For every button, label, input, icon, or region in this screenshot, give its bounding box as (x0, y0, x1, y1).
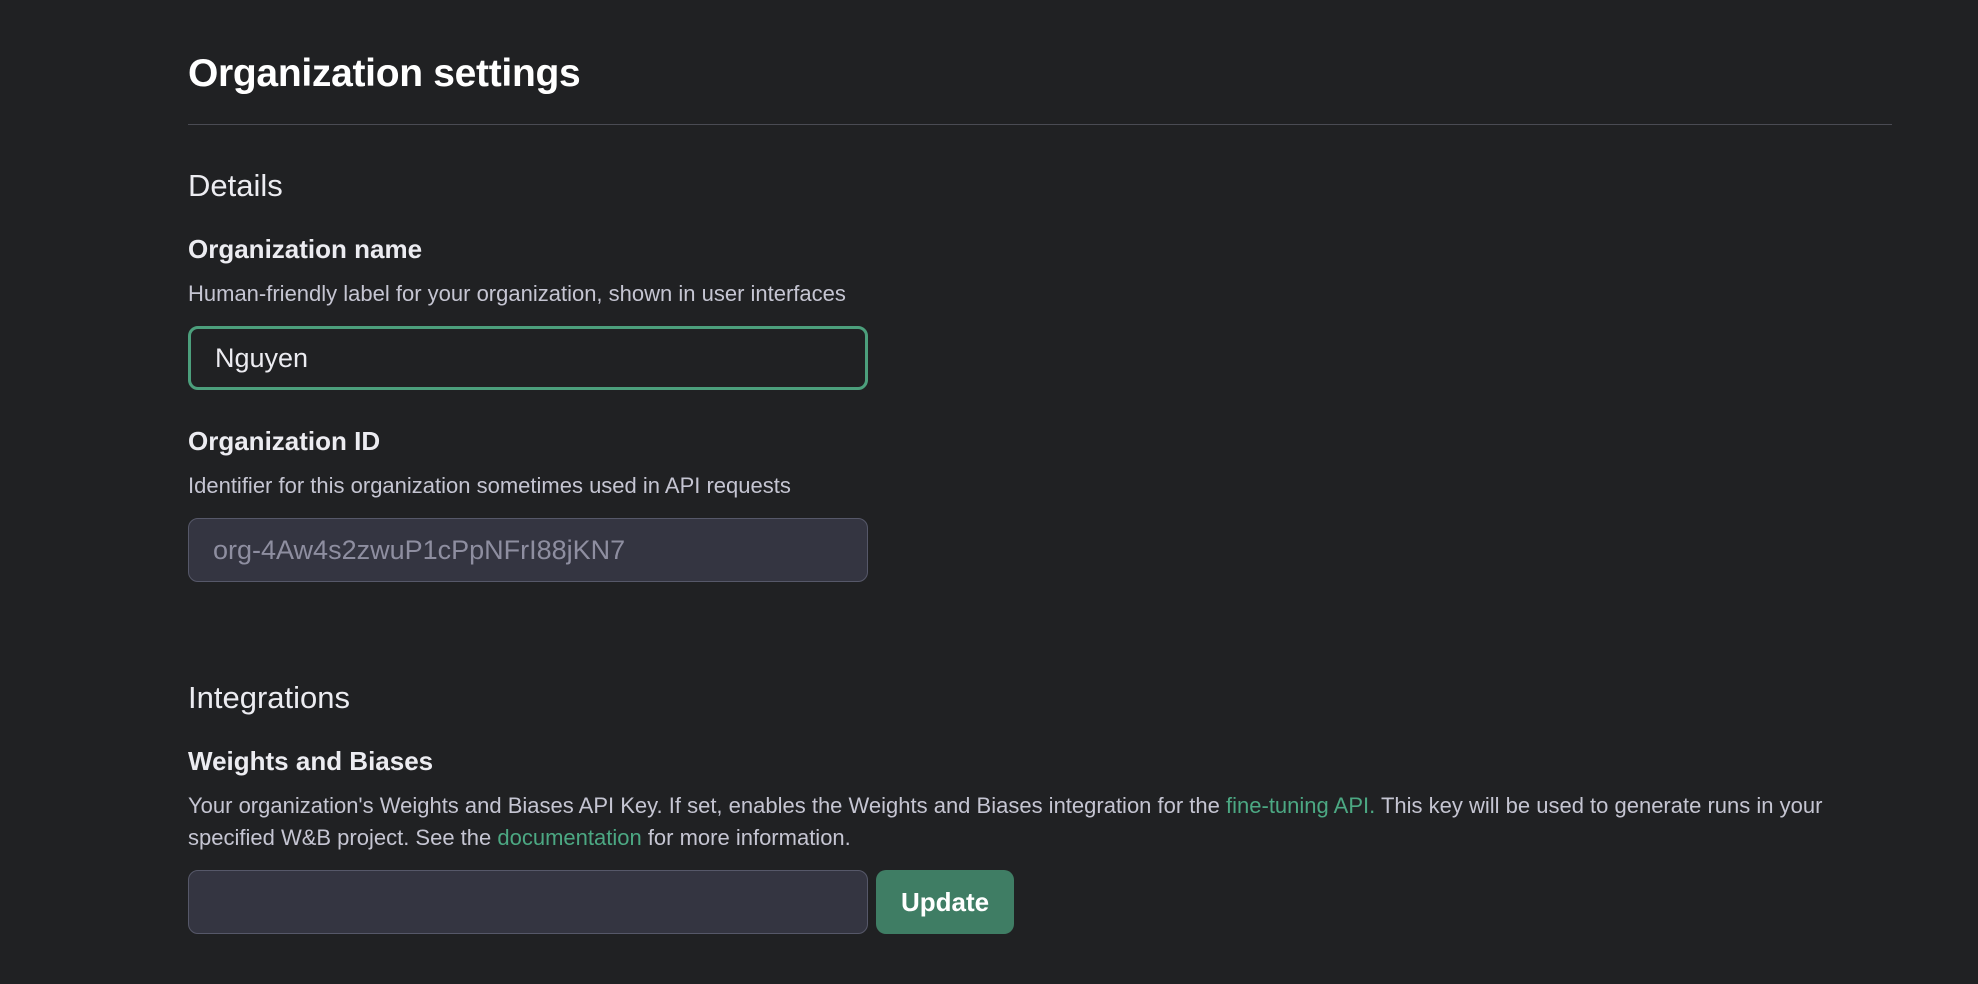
details-heading: Details (188, 168, 283, 203)
org-id-label: Organization ID (188, 426, 381, 456)
update-button[interactable]: Update (876, 870, 1014, 934)
org-id-input[interactable] (188, 518, 868, 582)
wandb-label: Weights and Biases (188, 746, 434, 776)
title-divider (188, 124, 1892, 125)
org-id-description: Identifier for this organization sometim… (188, 473, 791, 498)
page-title: Organization settings (188, 52, 581, 95)
org-name-label: Organization name (188, 234, 423, 264)
org-name-input[interactable] (188, 326, 868, 390)
wandb-desc-text-3: for more information. (641, 825, 851, 850)
documentation-link[interactable]: documentation (497, 825, 641, 850)
fine-tuning-api-link[interactable]: fine-tuning API. (1226, 793, 1375, 818)
wandb-api-key-input[interactable] (188, 870, 868, 934)
org-name-description: Human-friendly label for your organizati… (188, 281, 846, 306)
wandb-description: Your organization's Weights and Biases A… (188, 790, 1892, 854)
integrations-heading: Integrations (188, 680, 350, 715)
wandb-desc-text-1: Your organization's Weights and Biases A… (188, 793, 1227, 818)
organization-settings-page: Organization settings Details Organizati… (188, 0, 1892, 984)
